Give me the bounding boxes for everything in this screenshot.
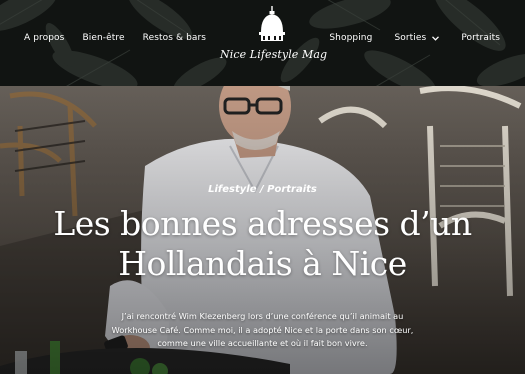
- article-excerpt-line-3: comme une ville accueillante et où il fa…: [157, 338, 368, 348]
- logo-text: Nice Lifestyle Mag: [220, 48, 328, 61]
- article-excerpt-line-2: Workhouse Café. Comme moi, il a adopté N…: [111, 324, 414, 335]
- article-category[interactable]: Lifestyle / Portraits: [0, 184, 525, 195]
- nav-item-a-propos[interactable]: A propos: [24, 33, 64, 43]
- nav-item-portraits[interactable]: Portraits: [461, 33, 500, 43]
- article-excerpt-line-1: J’ai rencontré Wim Klezenberg lors d’une…: [121, 311, 404, 321]
- dome-icon: [259, 6, 285, 41]
- article-title-line-2: Hollandais à Nice: [118, 244, 407, 283]
- nav-item-shopping[interactable]: Shopping: [329, 33, 372, 43]
- article-title-line-1: Les bonnes adresses d’un: [53, 204, 472, 243]
- primary-nav-left: A propos Bien-être Restos & bars: [24, 33, 206, 43]
- nav-item-restos-bars[interactable]: Restos & bars: [143, 33, 206, 43]
- nav-item-sorties[interactable]: Sorties: [394, 33, 440, 43]
- article-hero: Lifestyle / Portraits Les bonnes adresse…: [0, 86, 525, 374]
- site-header: A propos Bien-être Restos & bars Nice Li…: [0, 0, 525, 86]
- site-logo[interactable]: Nice Lifestyle Mag: [220, 6, 328, 68]
- chevron-down-icon: [432, 35, 440, 41]
- article-title: Les bonnes adresses d’un Hollandais à Ni…: [20, 204, 505, 284]
- nav-item-bien-etre[interactable]: Bien-être: [82, 33, 124, 43]
- article-excerpt: J’ai rencontré Wim Klezenberg lors d’une…: [95, 310, 430, 351]
- nav-item-sorties-label: Sorties: [394, 33, 427, 43]
- primary-nav-right: Shopping Sorties Portraits: [329, 33, 500, 43]
